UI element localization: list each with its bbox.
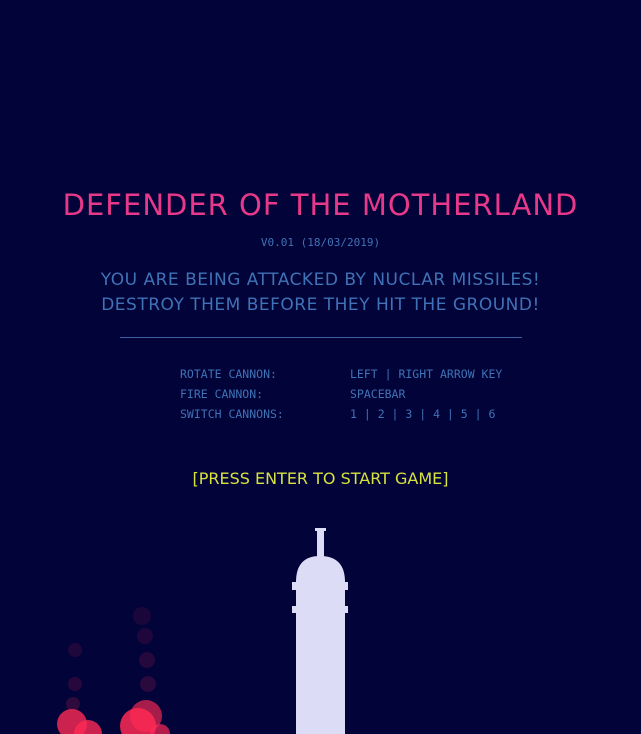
control-action-label: ROTATE CANNON: — [180, 367, 277, 381]
divider — [120, 337, 522, 338]
version-label: V0.01 (18/03/2019) — [260, 236, 381, 249]
control-row-switch: SWITCH CANNONS: 1 | 2 | 3 | 4 | 5 | 6 — [180, 404, 540, 424]
control-action-label: SWITCH CANNONS: — [180, 407, 284, 421]
control-row-fire: FIRE CANNON: SPACEBAR — [180, 384, 540, 404]
control-key-label: LEFT | RIGHT ARROW KEY — [350, 367, 503, 381]
control-key-label: 1 | 2 | 3 | 4 | 5 | 6 — [350, 407, 496, 421]
game-title: DEFENDER OF THE MOTHERLAND — [62, 188, 579, 222]
controls-list: ROTATE CANNON: LEFT | RIGHT ARROW KEY FI… — [180, 364, 540, 424]
control-action-label: FIRE CANNON: — [180, 387, 264, 401]
control-row-rotate: ROTATE CANNON: LEFT | RIGHT ARROW KEY — [180, 364, 540, 384]
start-game-prompt[interactable]: [PRESS ENTER TO START GAME] — [0, 469, 641, 488]
description-line-1: YOU ARE BEING ATTACKED BY NUCLAR MISSILE… — [100, 270, 541, 290]
missile-explosion-icon — [57, 607, 170, 734]
cannon-tower-icon — [292, 528, 348, 734]
control-key-label: SPACEBAR — [350, 387, 406, 401]
game-description: YOU ARE BEING ATTACKED BY NUCLAR MISSILE… — [0, 268, 641, 318]
description-line-2: DESTROY THEM BEFORE THEY HIT THE GROUND! — [101, 295, 540, 315]
